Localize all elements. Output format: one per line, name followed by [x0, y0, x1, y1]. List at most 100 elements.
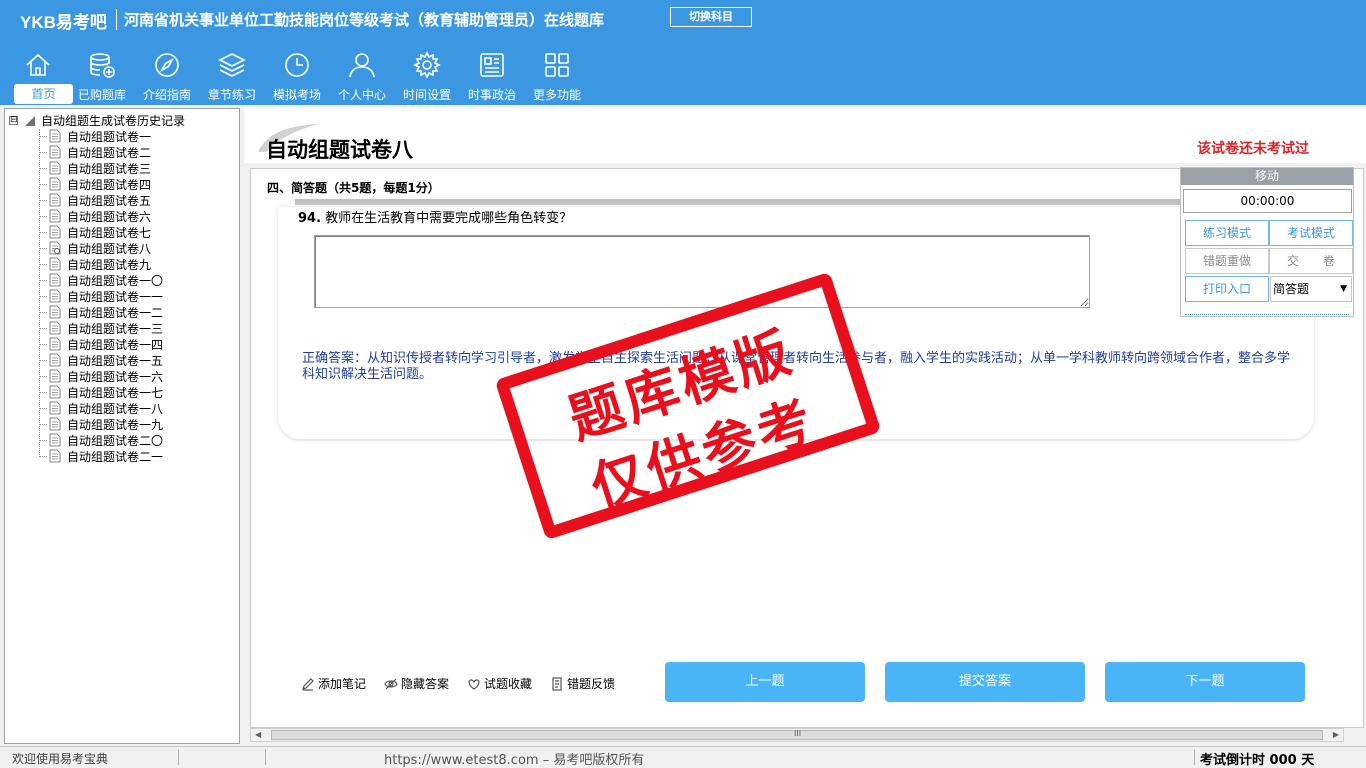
tree-item-label: 自动组题试卷一	[67, 129, 152, 144]
tree-item-paper[interactable]: 自动组题试卷一〇	[39, 272, 163, 288]
nav-label: 已购题库	[77, 88, 126, 102]
tree-item-paper[interactable]: 自动组题试卷一五	[39, 352, 163, 368]
hide-answer-button[interactable]: 隐藏答案	[384, 675, 449, 692]
tree-connector	[39, 311, 47, 313]
heart-icon	[468, 678, 480, 690]
redo-wrong-button[interactable]: 错题重做	[1185, 248, 1269, 274]
tree-item-paper[interactable]: 自动组题试卷一八	[39, 400, 163, 416]
tree-item-label: 自动组题试卷三	[67, 161, 152, 176]
move-handle[interactable]: 移动	[1181, 168, 1353, 185]
practice-mode-button[interactable]: 练习模式	[1185, 220, 1269, 246]
nav-time-settings[interactable]: 时间设置	[395, 45, 459, 105]
print-button[interactable]: 打印入口	[1185, 276, 1269, 302]
nav-home[interactable]: 首页	[6, 45, 73, 105]
tree-item-paper[interactable]: 自动组题试卷一一	[39, 288, 163, 304]
tree-item-label: 自动组题试卷五	[67, 193, 152, 208]
question-type-value: 简答题	[1273, 282, 1310, 296]
tree-item-paper[interactable]: 自动组题试卷一七	[39, 384, 163, 400]
tree-item-label: 自动组题试卷七	[67, 225, 152, 240]
tree-connector	[39, 279, 47, 281]
favorite-question-button[interactable]: 试题收藏	[467, 675, 532, 692]
error-feedback-button[interactable]: 错题反馈	[550, 675, 615, 692]
compass-icon	[155, 53, 179, 77]
nav-label: 个人中心	[337, 88, 386, 102]
collapse-toggle[interactable]: ⊟	[9, 116, 18, 125]
tree-connector	[39, 183, 47, 185]
question-tools: 添加笔记 隐藏答案 试题收藏 错题反馈	[301, 675, 615, 692]
prev-question-button[interactable]: 上一题	[665, 662, 865, 702]
next-question-button[interactable]: 下一题	[1105, 662, 1305, 702]
tree-item-label: 自动组题试卷八	[67, 241, 152, 256]
tree-item-paper[interactable]: 自动组题试卷六	[39, 208, 151, 224]
feedback-icon	[552, 676, 562, 691]
tree-item-label: 自动组题试卷一六	[67, 369, 164, 384]
tree-connector	[39, 167, 47, 169]
document-icon	[49, 225, 61, 239]
tree-item-paper[interactable]: 自动组题试卷五	[39, 192, 151, 208]
tree-connector	[39, 455, 47, 457]
tree-connector	[39, 327, 47, 329]
exam-status: 该试卷还未考试过	[1197, 141, 1309, 157]
tree-connector	[39, 231, 47, 233]
tree-item-label: 自动组题试卷一一	[67, 289, 164, 304]
tree-item-paper[interactable]: 自动组题试卷四	[39, 176, 151, 192]
tree-item-paper[interactable]: 自动组题试卷七	[39, 224, 151, 240]
scroll-grip: III	[794, 729, 802, 738]
tree-item-paper[interactable]: 自动组题试卷二	[39, 144, 151, 160]
panel-scrollbar[interactable]	[1185, 309, 1349, 315]
nav-personal-center[interactable]: 个人中心	[330, 45, 394, 105]
switch-subject-button[interactable]: 切换科目	[670, 7, 752, 27]
document-icon	[49, 257, 61, 271]
tree-item-label: 自动组题试卷九	[67, 257, 152, 272]
nav-more[interactable]: 更多功能	[525, 45, 589, 105]
scroll-left-arrow-icon[interactable]: ◀	[255, 729, 261, 741]
tree-item-paper[interactable]: 自动组题试卷二〇	[39, 432, 163, 448]
home-icon	[26, 53, 50, 76]
nav-label: 章节练习	[207, 88, 256, 102]
nav-current-politics[interactable]: 时事政治	[460, 45, 524, 105]
document-icon	[49, 433, 61, 447]
tree-root[interactable]: ⊟ 自动组题生成试卷历史记录	[9, 112, 185, 129]
scrollbar-thumb[interactable]: III	[271, 729, 1323, 740]
scroll-right-arrow-icon[interactable]: ▶	[1333, 729, 1339, 741]
section-title: 四、简答题（共5题，每题1分）	[267, 181, 440, 195]
tree-item-paper[interactable]: 自动组题试卷一三	[39, 320, 163, 336]
add-note-button[interactable]: 添加笔记	[301, 675, 366, 692]
tree-connector	[39, 359, 47, 361]
tree-item-label: 自动组题试卷一〇	[67, 273, 164, 288]
document-icon	[49, 289, 61, 303]
nav-purchased[interactable]: 已购题库	[70, 45, 134, 105]
tree-connector	[39, 151, 47, 153]
tree-item-paper[interactable]: 自动组题试卷一四	[39, 336, 163, 352]
tool-label: 试题收藏	[484, 677, 533, 691]
nav-chapter-practice[interactable]: 章节练习	[200, 45, 264, 105]
tree-item-paper[interactable]: 自动组题试卷一六	[39, 368, 163, 384]
document-icon	[49, 449, 61, 463]
status-divider	[1194, 749, 1195, 765]
question-type-select[interactable]: 简答题 ▼	[1270, 276, 1352, 302]
question-card: 94. 教师在生活教育中需要完成哪些角色转变？ 正确答案：从知识传授者转向学习引…	[278, 207, 1314, 439]
document-icon	[49, 145, 61, 159]
tree-item-paper[interactable]: 自动组题试卷八	[39, 240, 151, 256]
tree-item-label: 自动组题试卷六	[67, 209, 152, 224]
layers-icon	[218, 53, 246, 77]
answer-input[interactable]	[314, 235, 1090, 308]
tree-item-paper[interactable]: 自动组题试卷九	[39, 256, 151, 272]
nav-mock-exam[interactable]: 模拟考场	[265, 45, 329, 105]
question-stem: 教师在生活教育中需要完成哪些角色转变？	[325, 211, 573, 226]
nav-guide[interactable]: 介绍指南	[135, 45, 199, 105]
tree-item-paper[interactable]: 自动组题试卷三	[39, 160, 151, 176]
submit-answer-button[interactable]: 提交答案	[885, 662, 1085, 702]
question-number: 94.	[298, 211, 322, 226]
tree-item-label: 自动组题试卷二	[67, 145, 152, 160]
tree-item-paper[interactable]: 自动组题试卷一二	[39, 304, 163, 320]
exam-mode-button[interactable]: 考试模式	[1269, 220, 1353, 246]
horizontal-scrollbar[interactable]: ◀ III ▶	[250, 728, 1344, 742]
hand-in-button[interactable]: 交 卷	[1269, 248, 1353, 274]
tree-item-label: 自动组题试卷一二	[67, 305, 164, 320]
tree-connector	[39, 199, 47, 201]
tree-item-paper[interactable]: 自动组题试卷一	[39, 128, 151, 144]
tree-item-paper[interactable]: 自动组题试卷一九	[39, 416, 163, 432]
document-icon	[49, 353, 61, 367]
tree-item-paper[interactable]: 自动组题试卷二一	[39, 448, 163, 464]
